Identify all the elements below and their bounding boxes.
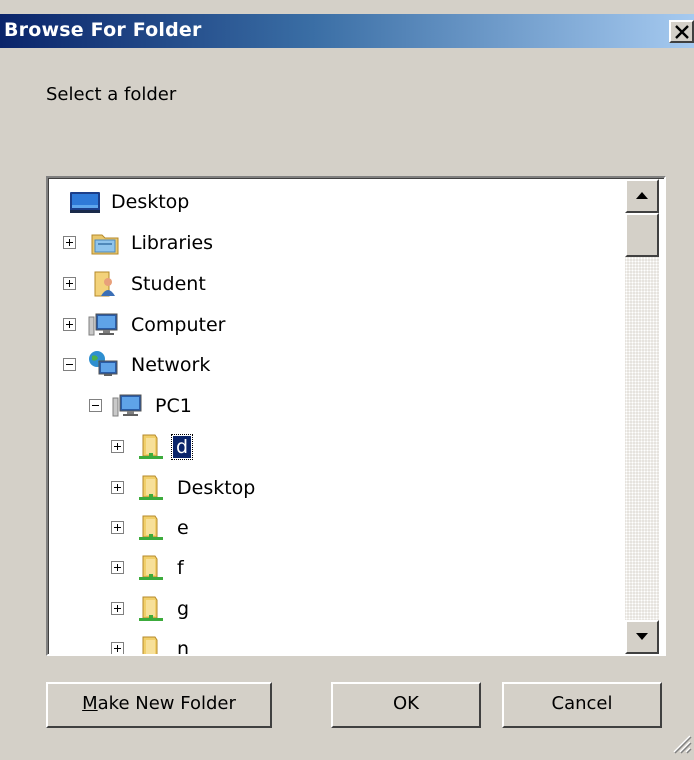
expand-toggle[interactable] — [111, 440, 124, 453]
computer-icon — [112, 394, 142, 417]
collapse-toggle[interactable] — [63, 358, 76, 371]
button-label: Cancel — [551, 693, 613, 714]
make-new-folder-button[interactable]: Make New Folder — [46, 682, 272, 728]
arrow-down-icon — [636, 633, 648, 640]
scroll-up-button[interactable] — [625, 179, 659, 213]
vertical-scrollbar[interactable] — [625, 179, 659, 654]
tree-item-label: Computer — [131, 314, 226, 336]
window-title: Browse For Folder — [4, 19, 202, 41]
resize-grip-icon[interactable] — [668, 730, 692, 754]
close-icon — [675, 25, 689, 39]
tree-item-label: g — [177, 598, 190, 620]
button-label: ake New Folder — [97, 693, 236, 714]
tree-item-f[interactable]: f — [49, 548, 609, 588]
button-label: OK — [393, 693, 419, 714]
expand-toggle[interactable] — [111, 521, 124, 534]
libraries-icon — [91, 234, 119, 255]
tree-item-label: n — [177, 638, 190, 654]
tree-item-label: Desktop — [111, 191, 190, 213]
close-button[interactable] — [669, 20, 694, 43]
folder-tree-frame: Desktop Libraries Student Computer Netwo… — [46, 176, 666, 656]
tree-item-label: f — [177, 557, 184, 579]
expand-toggle[interactable] — [63, 236, 76, 249]
collapse-toggle[interactable] — [89, 399, 102, 412]
shared-folder-icon — [139, 434, 163, 459]
tree-item-label: Network — [131, 354, 211, 376]
title-bar[interactable]: Browse For Folder — [0, 14, 694, 48]
instruction-text: Select a folder — [46, 84, 177, 105]
expand-toggle[interactable] — [111, 481, 124, 494]
cancel-button[interactable]: Cancel — [502, 682, 662, 728]
mnemonic-letter: M — [82, 693, 98, 714]
arrow-up-icon — [636, 192, 648, 199]
expand-toggle[interactable] — [111, 561, 124, 574]
tree-item-label: Libraries — [131, 232, 214, 254]
tree-item-d[interactable]: d — [49, 427, 609, 467]
scroll-down-button[interactable] — [625, 620, 659, 654]
tree-list: Desktop Libraries Student Computer Netwo… — [49, 179, 625, 654]
tree-item-label: e — [177, 517, 189, 539]
expand-toggle[interactable] — [63, 277, 76, 290]
tree-item-student[interactable]: Student — [49, 264, 609, 304]
folder-tree[interactable]: Desktop Libraries Student Computer Netwo… — [48, 178, 664, 654]
tree-item-label: d — [170, 434, 194, 460]
shared-folder-icon — [139, 555, 163, 580]
tree-item-label: Student — [131, 273, 206, 295]
expand-toggle[interactable] — [63, 318, 76, 331]
shared-folder-icon — [139, 475, 163, 500]
browse-for-folder-dialog: Browse For Folder Select a folder Deskto… — [0, 0, 694, 760]
tree-item-label: PC1 — [155, 395, 192, 417]
shared-folder-icon — [139, 515, 163, 540]
shared-folder-icon — [139, 596, 163, 621]
tree-item-computer[interactable]: Computer — [49, 305, 609, 345]
tree-item-desktop-share[interactable]: Desktop — [49, 468, 609, 508]
scroll-thumb[interactable] — [625, 213, 659, 257]
tree-item-e[interactable]: e — [49, 508, 609, 548]
tree-item-label: Desktop — [177, 477, 256, 499]
tree-item-pc1[interactable]: PC1 — [49, 386, 609, 426]
network-icon — [89, 351, 118, 376]
expand-toggle[interactable] — [111, 602, 124, 615]
ok-button[interactable]: OK — [331, 682, 481, 728]
tree-item-desktop[interactable]: Desktop — [49, 182, 609, 222]
expand-toggle[interactable] — [111, 642, 124, 654]
computer-icon — [88, 313, 118, 336]
tree-item-network[interactable]: Network — [49, 345, 609, 385]
tree-item-n[interactable]: n — [49, 629, 609, 654]
desktop-icon — [70, 192, 100, 213]
tree-item-g[interactable]: g — [49, 589, 609, 629]
shared-folder-icon — [142, 636, 158, 654]
tree-item-libraries[interactable]: Libraries — [49, 223, 609, 263]
user-folder-icon — [94, 271, 115, 297]
